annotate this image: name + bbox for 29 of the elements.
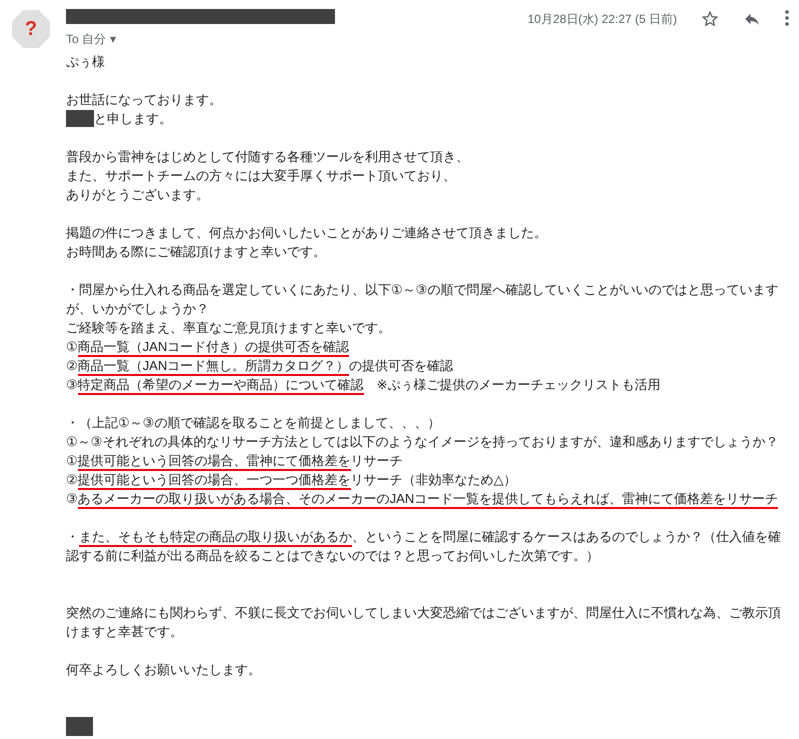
body-text-line: ③あるメーカーの取り扱いがある場合、そのメーカーのJANコード一覧を提供してもらえれば、雷神にて価格差をリサーチ: [66, 488, 786, 508]
body-text-line: ・（上記①～③の順で確認を取ることを前提としまして、、、）: [66, 414, 442, 432]
body-text-line: ①商品一覧（JANコード付き）の提供可否を確認: [66, 336, 786, 356]
recipient-label: To 自分: [66, 30, 106, 48]
body-text-line: また、サポートチームの方々には大変手厚くサポート頂いており、: [66, 166, 457, 184]
body-text-line: ・また、そもそも特定の商品の取り扱いがあるか、ということを問屋に確認するケースはあるのでしょうか？（仕入値を確認する前に利益が出る商品を絞ることはできないのでは？と思ってお伺いした次第です。）: [66, 528, 782, 564]
body-text-line: ②商品一覧（JANコード無し。所謂カタログ？）の提供可否を確認: [66, 356, 786, 374]
body-text-line: ②提供可能という回答の場合、一つ一つ価格差を リサーチ（非効率なため△）: [66, 470, 786, 488]
body-text-line: お世話になっております。: [66, 90, 223, 108]
avatar-icon: ?: [12, 10, 50, 48]
date-label: 10月28日(水) 22:27 (5 日前): [528, 11, 677, 28]
caret-icon[interactable]: ▾: [110, 30, 116, 48]
body-text-line: お時間ある際にご確認頂けますと幸いです。: [66, 242, 327, 260]
more-icon[interactable]: [785, 10, 789, 26]
body-text-line: ①～③それぞれの具体的なリサーチ方法としては以下のようなイメージを持っておりますが、違和感ありますでしょうか？: [66, 432, 780, 450]
redaction-bar: [66, 110, 94, 126]
redaction-bar: [66, 716, 93, 736]
body-text-line: 普段から雷神をはじめとして付随する各種ツールを利用させて頂き、: [66, 148, 470, 166]
body-text-line: 掲題の件につきまして、何点かお伺いしたいことがありご連絡させて頂きました。: [66, 224, 548, 242]
body-text-line: ぷぅ様: [66, 52, 106, 70]
body-text-line: ・問屋から仕入れる商品を選定していくにあたり、以下①～③の順で問屋へ確認していくことがいいのではと思っていますが、いかがでしょうか？: [66, 280, 780, 318]
body-text-line: ありがとうございます。: [66, 186, 210, 204]
body-text-line: ①提供可能という回答の場合、雷神にて価格差を リサーチ: [66, 450, 786, 470]
body-text-line: ③特定商品（希望のメーカーや商品）について確認 ※ぷぅ様ご提供のメーカーチェックリストも活用: [66, 374, 786, 394]
body-text-line: と申します。: [94, 110, 172, 128]
star-icon[interactable]: [701, 10, 719, 28]
body-text-line: 突然のご連絡にも関わらず、不躾に長文でお伺いしてしまい大変恐縮ではございますが、問屋仕入に不慣れな為、ご教示頂けますと幸甚です。: [66, 604, 782, 640]
body-text-line: 何卒よろしくお願いいたします。: [66, 660, 262, 678]
body-text-line: ご経験等を踏まえ、率直なご意見頂けますと幸いです。: [66, 318, 392, 336]
